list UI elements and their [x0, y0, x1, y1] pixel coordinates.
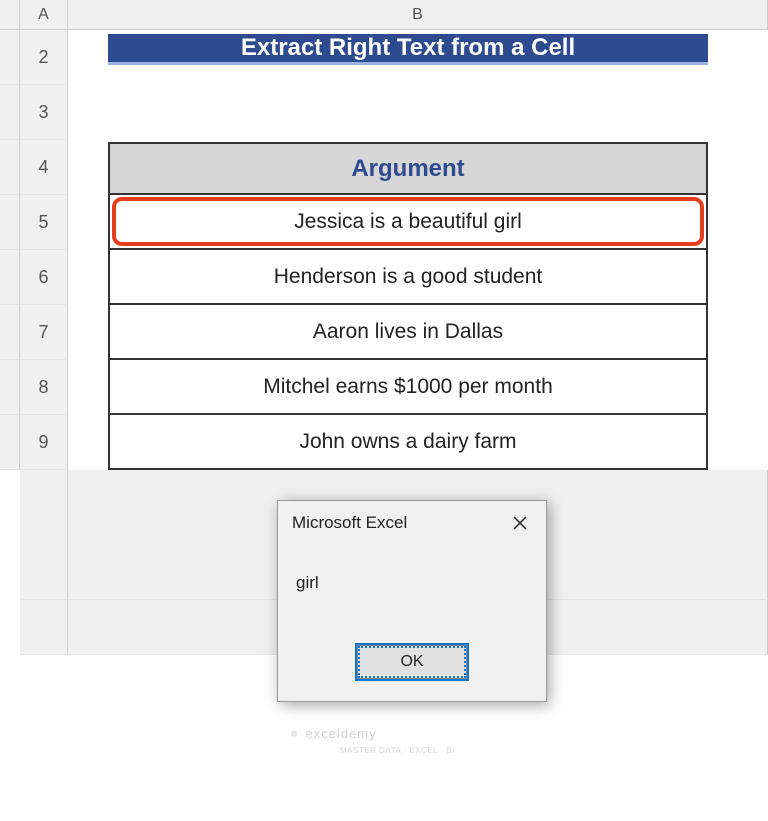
col-header-a[interactable]: A [20, 0, 68, 30]
dialog-footer: OK [278, 635, 546, 701]
table-row[interactable]: Aaron lives in Dallas [108, 305, 708, 360]
table-header[interactable]: Argument [108, 142, 708, 195]
table-row[interactable]: Henderson is a good student [108, 250, 708, 305]
gutter [0, 360, 20, 415]
dialog-title: Microsoft Excel [292, 513, 407, 533]
row-header-2[interactable]: 2 [20, 30, 68, 85]
dialog-message: girl [278, 545, 546, 635]
col-header-b[interactable]: B [68, 0, 768, 30]
gutter [0, 140, 20, 195]
table-row[interactable]: Jessica is a beautiful girl [108, 195, 708, 250]
gutter [0, 30, 20, 85]
gutter [0, 305, 20, 360]
gutter [0, 195, 20, 250]
gutter [0, 250, 20, 305]
table-row[interactable]: Mitchel earns $1000 per month [108, 360, 708, 415]
dialog-titlebar[interactable]: Microsoft Excel [278, 501, 546, 545]
cell-text: Mitchel earns $1000 per month [263, 375, 553, 399]
close-icon [513, 516, 527, 530]
row-header-3[interactable]: 3 [20, 85, 68, 140]
cell-text: Henderson is a good student [274, 265, 543, 289]
watermark-subtext: MASTER DATA · EXCEL · BI [340, 746, 455, 755]
message-dialog: Microsoft Excel girl OK [277, 500, 547, 702]
cell-text: John owns a dairy farm [299, 430, 516, 454]
cell-b2[interactable]: Extract Right Text from a Cell [68, 30, 768, 85]
gutter [0, 85, 20, 140]
cell-b3[interactable] [68, 85, 768, 140]
table-row[interactable]: John owns a dairy farm [108, 415, 708, 470]
row-header-8[interactable]: 8 [20, 360, 68, 415]
cell-b11[interactable] [0, 655, 20, 710]
gutter [20, 470, 68, 600]
cell-text: Aaron lives in Dallas [313, 320, 503, 344]
ok-button[interactable]: OK [357, 645, 467, 679]
watermark-text: exceldemy [305, 726, 376, 741]
data-table: Argument Jessica is a beautiful girl Hen… [68, 140, 768, 470]
watermark: ◆ exceldemy [290, 726, 377, 741]
cell-text: Jessica is a beautiful girl [294, 210, 522, 234]
row-header-7[interactable]: 7 [20, 305, 68, 360]
page-title: Extract Right Text from a Cell [108, 34, 708, 65]
row-header-9[interactable]: 9 [20, 415, 68, 470]
row-header-6[interactable]: 6 [20, 250, 68, 305]
gutter [0, 415, 20, 470]
cell-b9-overflow[interactable] [0, 470, 20, 600]
row-header-4[interactable]: 4 [20, 140, 68, 195]
close-button[interactable] [500, 506, 540, 540]
cell-b10[interactable] [0, 600, 20, 655]
row-header-5[interactable]: 5 [20, 195, 68, 250]
select-all-corner[interactable] [0, 0, 20, 30]
watermark-icon: ◆ [287, 726, 303, 742]
gutter [20, 600, 68, 655]
